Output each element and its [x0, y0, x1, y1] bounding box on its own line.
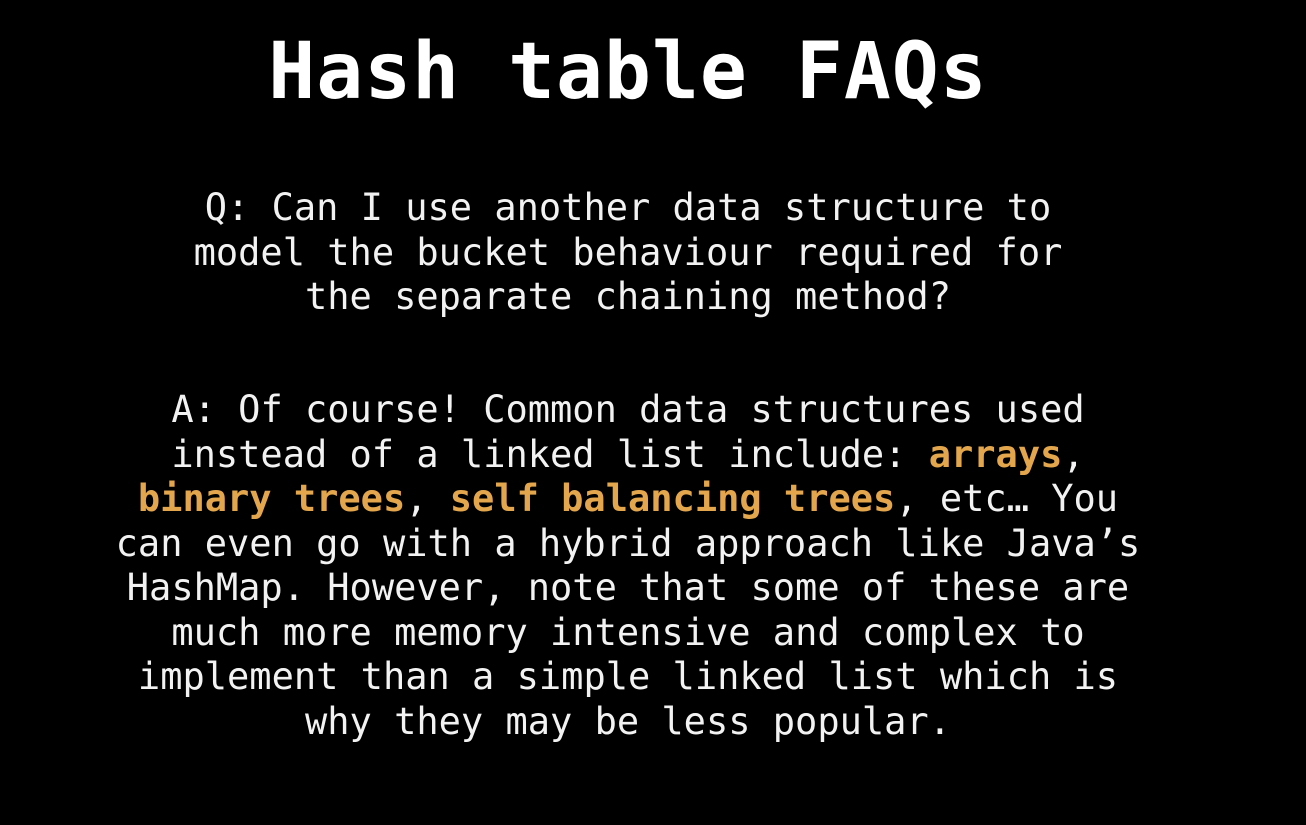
answer-punct: ,: [405, 477, 450, 520]
answer-line: A: Of course! Common data structures use…: [171, 388, 1085, 431]
question-line: Q: Can I use another data structure to: [204, 186, 1052, 229]
slide: Hash table FAQs Q: Can I use another dat…: [0, 0, 1306, 825]
highlight-self-balancing-trees: self balancing trees: [449, 477, 896, 520]
answer-line-part: instead of a linked list include:: [171, 432, 929, 476]
answer-text: A: Of course! Common data structures use…: [0, 388, 1256, 744]
question-line: the separate chaining method?: [304, 275, 951, 318]
question-text: Q: Can I use another data structure to m…: [0, 186, 1256, 320]
answer-punct: ,: [1062, 432, 1085, 476]
highlight-arrays: arrays: [928, 432, 1063, 476]
answer-line: much more memory intensive and complex t…: [171, 610, 1085, 654]
answer-line: HashMap. However, note that some of thes…: [126, 566, 1130, 609]
answer-line: implement than a simple linked list whic…: [137, 655, 1119, 698]
slide-title: Hash table FAQs: [268, 27, 988, 117]
answer-line: can even go with a hybrid approach like …: [115, 521, 1141, 565]
highlight-binary-trees: binary trees: [137, 477, 406, 520]
answer-line-part: , etc… You: [895, 477, 1119, 520]
question-line: model the bucket behaviour required for: [193, 230, 1063, 274]
answer-line: why they may be less popular.: [304, 699, 951, 743]
